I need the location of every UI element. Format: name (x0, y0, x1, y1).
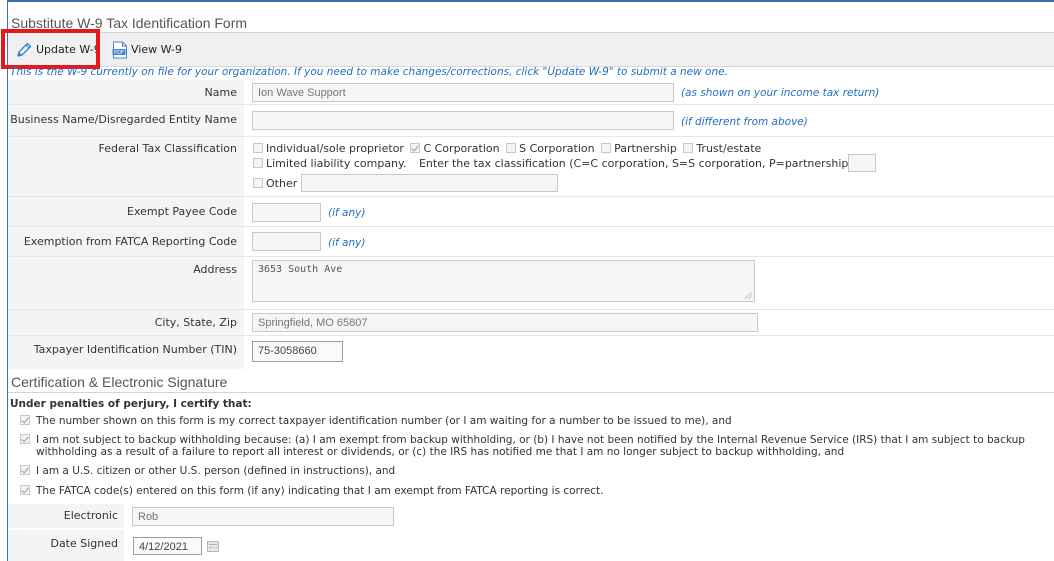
perjury-heading: Under penalties of perjury, I certify th… (10, 398, 252, 410)
cert-text-1: The number shown on this form is my corr… (36, 415, 732, 427)
form-title: Substitute W-9 Tax Identification Form (8, 14, 1054, 33)
signature-label: Electronic Signature (8, 504, 124, 546)
checkbox-other[interactable] (253, 178, 263, 188)
date-signed-label: Date Signed (8, 530, 124, 561)
address-textarea[interactable]: 3653 South Ave (252, 260, 755, 302)
business-name-hint: (if different from above) (681, 116, 808, 128)
city-state-zip-field[interactable]: Springfield, MO 65807 (252, 313, 758, 332)
city-label: City, State, Zip (8, 310, 244, 335)
row-business-name: Business Name/Disregarded Entity Name (i… (8, 105, 1054, 137)
option-s-corporation-label: S Corporation (519, 142, 595, 155)
pdf-icon-text: PDF (114, 49, 124, 55)
resize-handle-icon[interactable] (745, 292, 752, 299)
address-value: 3653 South Ave (258, 264, 343, 275)
name-label: Name (8, 80, 244, 104)
cert-text-4: The FATCA code(s) entered on this form (… (36, 485, 604, 497)
w9-form-panel: Substitute W-9 Tax Identification Form U… (0, 0, 1054, 561)
address-label: Address (8, 257, 244, 309)
view-w9-label: View W-9 (131, 43, 182, 56)
other-field[interactable] (301, 174, 558, 192)
update-w9-button[interactable]: Update W-9 (9, 33, 106, 66)
llc-classification-field[interactable] (848, 154, 876, 172)
cert-text-2: I am not subject to backup withholding b… (36, 434, 1025, 458)
option-trust-estate-label: Trust/estate (696, 142, 762, 155)
checkbox-s-corporation[interactable] (506, 143, 517, 153)
checkbox-partnership[interactable] (601, 143, 612, 153)
option-s-corporation[interactable]: S Corporation (506, 142, 597, 155)
cert-checkbox-3[interactable] (20, 465, 30, 475)
row-tax-classification: Federal Tax Classification Individual/so… (8, 137, 1054, 197)
date-signed-field[interactable]: 4/12/2021 (133, 537, 202, 555)
panel-top-border (7, 0, 1054, 2)
row-address: Address 3653 South Ave (8, 257, 1054, 310)
option-trust-estate[interactable]: Trust/estate (683, 142, 764, 155)
cert-checkbox-4[interactable] (20, 485, 30, 495)
option-individual[interactable]: Individual/sole proprietor (253, 142, 407, 155)
cert-item: The FATCA code(s) entered on this form (… (20, 485, 1050, 497)
row-exempt-payee: Exempt Payee Code (if any) (8, 197, 1054, 227)
tax-classification-label: Federal Tax Classification (8, 137, 244, 196)
pencil-icon (15, 41, 33, 59)
cert-checkbox-1[interactable] (20, 415, 30, 425)
tax-class-options: Individual/sole proprietor C Corporation… (253, 142, 764, 155)
business-name-field[interactable] (252, 111, 674, 130)
signature-field[interactable]: Rob (132, 507, 394, 526)
notice-text: This is the W-9 currently on file for yo… (10, 66, 728, 78)
cert-text-3: I am a U.S. citizen or other U.S. person… (36, 465, 396, 477)
exempt-payee-field[interactable] (252, 203, 321, 222)
name-hint: (as shown on your income tax return) (681, 87, 880, 99)
option-individual-label: Individual/sole proprietor (266, 142, 404, 155)
row-fatca: Exemption from FATCA Reporting Code (if … (8, 227, 1054, 257)
exempt-payee-hint: (if any) (328, 207, 366, 219)
checkbox-c-corporation[interactable] (410, 143, 421, 153)
option-c-corporation[interactable]: C Corporation (410, 142, 502, 155)
llc-label: Limited liability company. (266, 157, 407, 170)
fatca-field[interactable] (252, 232, 321, 251)
tin-field[interactable]: 75-3058660 (252, 341, 343, 362)
option-partnership-label: Partnership (614, 142, 677, 155)
business-name-label: Business Name/Disregarded Entity Name (8, 105, 244, 136)
option-c-corporation-label: C Corporation (423, 142, 500, 155)
other-line: Other (253, 177, 300, 190)
row-name: Name Ion Wave Support (as shown on your … (8, 80, 1054, 105)
toolbar: Update W-9 PDF View W-9 (8, 33, 1054, 67)
name-field[interactable]: Ion Wave Support (252, 83, 674, 102)
option-partnership[interactable]: Partnership (601, 142, 680, 155)
llc-line: Limited liability company. Enter the tax… (253, 157, 859, 170)
update-w9-label: Update W-9 (36, 43, 101, 56)
cert-item: I am not subject to backup withholding b… (20, 434, 1050, 458)
view-w9-button[interactable]: PDF View W-9 (112, 33, 182, 66)
cert-item: I am a U.S. citizen or other U.S. person… (20, 465, 1050, 477)
fatca-label: Exemption from FATCA Reporting Code (8, 227, 244, 256)
fatca-hint: (if any) (328, 237, 366, 249)
calendar-icon[interactable] (207, 541, 219, 552)
tin-label: Taxpayer Identification Number (TIN) (8, 336, 244, 369)
pdf-icon: PDF (112, 41, 128, 59)
certification-title: Certification & Electronic Signature (8, 373, 1054, 393)
row-tin: Taxpayer Identification Number (TIN) 75-… (8, 336, 1054, 369)
checkbox-trust-estate[interactable] (683, 143, 694, 153)
checkbox-individual[interactable] (253, 143, 263, 153)
other-label: Other (266, 177, 298, 190)
cert-checkbox-2[interactable] (20, 434, 30, 444)
exempt-payee-label: Exempt Payee Code (8, 197, 244, 226)
row-city: City, State, Zip Springfield, MO 65807 (8, 310, 1054, 336)
llc-instruction: Enter the tax classification (C=C corpor… (418, 157, 857, 170)
cert-item: The number shown on this form is my corr… (20, 415, 1050, 427)
checkbox-llc[interactable] (253, 158, 263, 168)
